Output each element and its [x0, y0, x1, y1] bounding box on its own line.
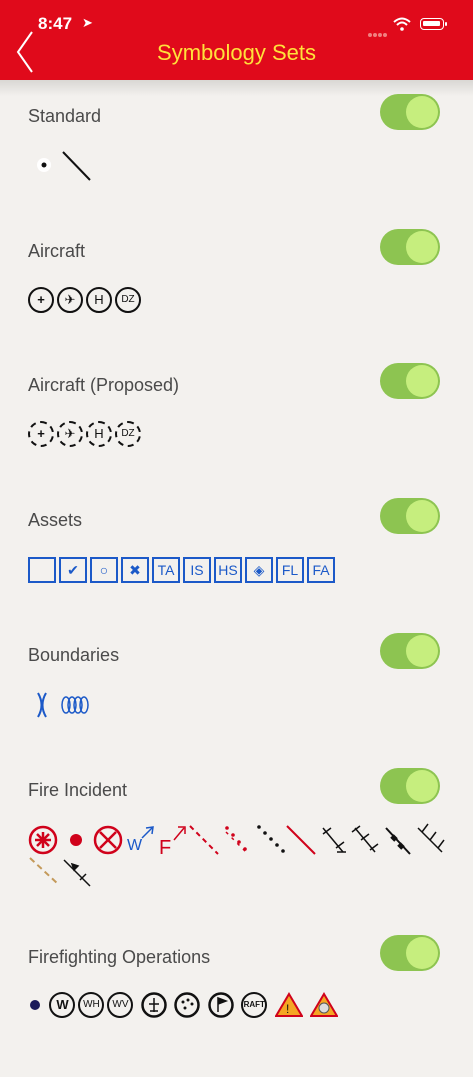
is-icon: IS: [183, 557, 211, 583]
fl-icon: FL: [276, 557, 304, 583]
aircraft-toggle[interactable]: [380, 229, 440, 265]
point-line-icon: [37, 151, 91, 181]
page-title: Symbology Sets: [157, 40, 316, 65]
helipad-icon: H: [86, 287, 112, 313]
drop-zone-icon: DZ: [115, 287, 141, 313]
fire-label: F: [159, 837, 171, 859]
section-label: Boundaries: [28, 645, 120, 665]
water-valve-icon: WV: [107, 992, 134, 1018]
hs-icon: HS: [214, 557, 242, 583]
assets-symbols: ✔ ○ ✖ TA IS HS ◈ FL FA: [28, 557, 338, 583]
fa-icon: FA: [307, 557, 335, 583]
section-label: Aircraft: [28, 241, 86, 261]
toggle-knob: [406, 231, 438, 263]
aircraft-proposed-symbols: + ✈ H DZ: [28, 421, 144, 447]
svg-text:!: !: [286, 1002, 289, 1016]
check-icon: ✔: [59, 557, 87, 583]
battery-icon: [420, 18, 447, 30]
section-fire-incident: Fire Incident W F: [0, 768, 473, 900]
toggle-knob: [406, 635, 438, 667]
water-hydrant-icon: WH: [78, 992, 105, 1018]
fixed-wing-icon: +: [28, 421, 54, 447]
drop-zone-icon: DZ: [115, 421, 141, 447]
status-bar: 8:47 ➤: [0, 0, 473, 40]
ta-icon: TA: [152, 557, 180, 583]
section-boundaries: Boundaries: [0, 633, 473, 775]
section-standard: Standard: [0, 94, 473, 236]
toggle-knob: [406, 500, 438, 532]
assets-toggle[interactable]: [380, 498, 440, 534]
crew-icon: [141, 992, 167, 1018]
section-label: Firefighting Operations: [28, 947, 211, 967]
toggle-knob: [406, 365, 438, 397]
section-firefighting-operations: Firefighting Operations W WH WV RAFT !: [0, 935, 473, 1077]
boundaries-symbols: [28, 689, 108, 726]
flag-icon: [208, 992, 234, 1018]
raft-icon: RAFT: [241, 992, 268, 1018]
hazard-icon: [310, 992, 339, 1017]
nav-header: 8:47 ➤ Symbology Sets: [0, 0, 473, 80]
firefighting-symbols: W WH WV RAFT !: [28, 992, 341, 1018]
hazmat-icon: ◈: [245, 557, 273, 583]
water-icon: W: [49, 992, 76, 1018]
section-label: Aircraft (Proposed): [28, 375, 180, 395]
wind-label: W: [127, 837, 143, 854]
circle-icon: ○: [90, 557, 118, 583]
section-label: Assets: [28, 510, 83, 530]
toggle-knob: [406, 937, 438, 969]
fire-incident-toggle[interactable]: [380, 768, 440, 804]
location-arrow-icon: ➤: [82, 15, 93, 30]
signal-icon: [368, 24, 390, 37]
aircraft-proposed-toggle[interactable]: [380, 363, 440, 399]
dot-icon: [30, 1000, 40, 1010]
standard-symbols: [28, 148, 98, 189]
helicopter-icon: ✈: [57, 421, 83, 447]
toggle-knob: [406, 770, 438, 802]
firefighting-operations-toggle[interactable]: [380, 935, 440, 971]
section-label: Fire Incident: [28, 780, 128, 800]
standard-toggle[interactable]: [380, 94, 440, 130]
asset-box-icon: [28, 557, 56, 583]
warning-icon: !: [274, 992, 303, 1017]
fire-incident-symbols: W F: [28, 822, 448, 899]
wifi-icon: [393, 17, 411, 31]
section-aircraft-proposed: Aircraft (Proposed) + ✈ H DZ: [0, 363, 473, 505]
fire-symbols-icon: W F: [28, 823, 445, 887]
engine-icon: [174, 992, 201, 1018]
fixed-wing-icon: +: [28, 287, 54, 313]
boundary-icon: [37, 692, 89, 718]
helipad-icon: H: [86, 421, 112, 447]
cross-icon: ✖: [121, 557, 149, 583]
boundaries-toggle[interactable]: [380, 633, 440, 669]
section-aircraft: Aircraft + ✈ H DZ: [0, 229, 473, 371]
status-time: 8:47: [38, 14, 73, 33]
aircraft-symbols: + ✈ H DZ: [28, 287, 144, 313]
helicopter-icon: ✈: [57, 287, 83, 313]
toggle-knob: [406, 96, 438, 128]
section-label: Standard: [28, 106, 102, 126]
section-assets: Assets ✔ ○ ✖ TA IS HS ◈ FL FA: [0, 498, 473, 640]
